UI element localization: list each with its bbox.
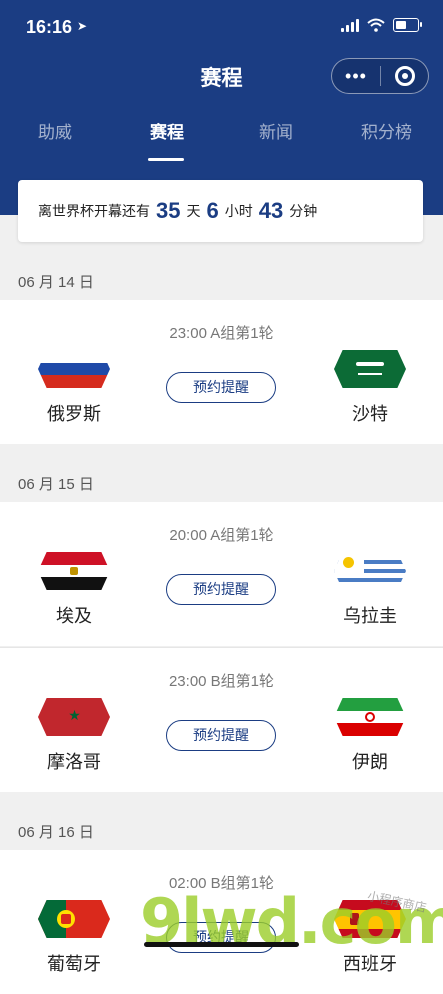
mini-program-capsule: ••• <box>331 58 429 94</box>
egypt-flag-icon <box>38 552 110 590</box>
saudi-arabia-flag-icon <box>334 350 406 388</box>
home-team-name: 俄罗斯 <box>47 404 101 424</box>
countdown-prefix: 离世界杯开幕还有 <box>38 203 150 219</box>
active-tab-indicator <box>148 158 184 161</box>
away-team-name: 沙特 <box>352 404 388 424</box>
match-card[interactable]: 20:00 A组第1轮 埃及 预约提醒 乌拉圭 <box>0 502 443 646</box>
reminder-button[interactable]: 预约提醒 <box>166 574 276 605</box>
close-circle-icon <box>394 66 415 86</box>
tab-news[interactable]: 新闻 <box>259 118 293 143</box>
battery-icon <box>393 18 422 32</box>
wifi-icon <box>367 18 385 32</box>
more-icon[interactable]: ••• <box>332 59 380 93</box>
countdown-hours-unit: 小时 <box>224 203 253 219</box>
tab-cheer[interactable]: 助威 <box>38 118 72 143</box>
match-info: 23:00 B组第1轮 <box>168 673 275 690</box>
russia-flag-icon <box>38 350 110 388</box>
away-team-name: 乌拉圭 <box>343 606 397 626</box>
date-header: 06 月 15 日 <box>18 476 94 493</box>
cellular-signal-icon <box>341 18 359 32</box>
home-team-name: 摩洛哥 <box>47 752 101 772</box>
date-header: 06 月 14 日 <box>18 274 94 291</box>
location-arrow-icon: ➤ <box>77 19 88 33</box>
match-info: 20:00 A组第1轮 <box>169 527 274 544</box>
home-indicator[interactable] <box>144 942 299 947</box>
uruguay-flag-icon <box>334 552 406 590</box>
countdown-hours: 6 <box>206 198 219 223</box>
home-team-name: 埃及 <box>56 606 92 626</box>
countdown-card: 离世界杯开幕还有 35 天 6 小时 43 分钟 <box>18 180 423 242</box>
match-card[interactable]: 23:00 B组第1轮 ★ 摩洛哥 预约提醒 伊朗 <box>0 647 443 792</box>
match-info: 23:00 A组第1轮 <box>169 325 274 342</box>
away-team-name: 伊朗 <box>352 752 388 772</box>
countdown-minutes-unit: 分钟 <box>289 203 318 219</box>
tab-bar: 助威 赛程 新闻 积分榜 <box>0 118 443 168</box>
home-team-name: 葡萄牙 <box>47 954 101 974</box>
status-time: 16:16 <box>26 17 73 37</box>
tab-schedule[interactable]: 赛程 <box>150 118 184 143</box>
match-card[interactable]: 23:00 A组第1轮 俄罗斯 预约提醒 沙特 <box>0 300 443 444</box>
tab-standings[interactable]: 积分榜 <box>361 118 412 143</box>
countdown-minutes: 43 <box>258 198 284 223</box>
portugal-flag-icon <box>38 900 110 938</box>
iran-flag-icon <box>334 698 406 736</box>
countdown-days: 35 <box>156 198 181 223</box>
status-bar: 16:16 ➤ <box>0 0 443 54</box>
morocco-flag-icon: ★ <box>38 698 110 736</box>
reminder-button[interactable]: 预约提醒 <box>166 720 276 751</box>
reminder-button[interactable]: 预约提醒 <box>166 372 276 403</box>
countdown-days-unit: 天 <box>186 203 201 219</box>
close-button[interactable] <box>381 66 428 86</box>
date-header: 06 月 16 日 <box>18 824 94 841</box>
